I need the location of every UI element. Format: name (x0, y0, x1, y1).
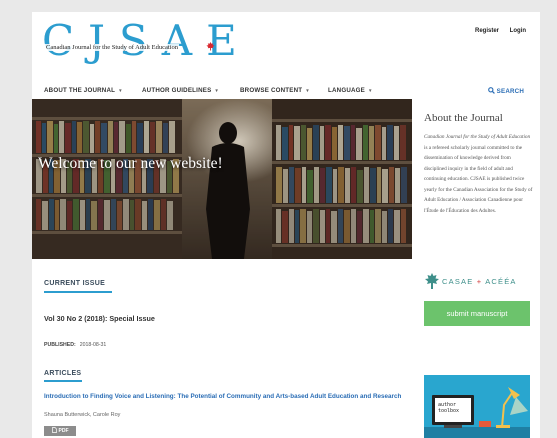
casae-logo[interactable]: CASAE + ACÉÉA (424, 272, 539, 290)
pdf-button[interactable]: PDF (44, 426, 76, 436)
nav-item-about[interactable]: ABOUT THE JOURNAL ▼ (44, 87, 123, 94)
nav-item-label: ABOUT THE JOURNAL (44, 87, 116, 94)
main-nav: ABOUT THE JOURNAL ▼ AUTHOR GUIDELINES ▼ BR… (44, 84, 530, 98)
current-issue-heading: CURRENT ISSUE (44, 280, 106, 287)
chevron-down-icon: ▼ (118, 88, 123, 93)
article-title-link[interactable]: Introduction to Finding Voice and Listen… (44, 393, 404, 401)
acea-name: ACÉÉA (485, 277, 517, 286)
published-date: 2018-08-31 (79, 342, 107, 348)
submit-manuscript-button[interactable]: submit manuscript (424, 301, 530, 326)
casae-name: CASAE (442, 277, 474, 286)
journal-logo[interactable]: CJSAE Canadian Journal for the Study of … (42, 20, 237, 74)
section-divider (44, 291, 112, 293)
casae-wordmark: CASAE + ACÉÉA (442, 277, 517, 286)
articles-heading: ARTICLES (44, 370, 82, 377)
author-toolbox-banner[interactable]: author toolbox (424, 375, 530, 438)
published-line: PUBLISHED: 2018-08-31 (44, 342, 106, 348)
maple-leaf-icon (425, 273, 439, 289)
login-link[interactable]: Login (510, 28, 526, 34)
pdf-label: PDF (58, 428, 69, 434)
journal-name: Canadian Journal for the Study of Adult … (424, 134, 531, 140)
nav-item-label: AUTHOR GUIDELINES (142, 87, 212, 94)
register-link[interactable]: Register (475, 28, 499, 34)
published-label: PUBLISHED: (44, 342, 76, 348)
file-icon (51, 427, 57, 433)
logo-letters: CJSAE (42, 16, 251, 65)
chevron-down-icon: ▼ (214, 88, 220, 93)
hero-title: Welcome to our new website! (38, 155, 223, 172)
maple-leaf-icon (206, 42, 215, 51)
search-label: SEARCH (496, 88, 524, 95)
chevron-down-icon: ▼ (305, 88, 310, 93)
promo-text: author toolbox (438, 402, 460, 414)
account-links: Register Login (466, 28, 526, 34)
chevron-down-icon: ▼ (368, 88, 373, 93)
nav-item-browse-content[interactable]: BROWSE CONTENT ▼ (240, 87, 310, 94)
issue-title[interactable]: Vol 30 No 2 (2018): Special Issue (44, 314, 155, 323)
about-journal-title: About the Journal (424, 112, 503, 124)
page-container: CJSAE Canadian Journal for the Study of … (32, 12, 540, 438)
nav-item-label: LANGUAGE (328, 87, 366, 94)
nav-item-author-guidelines[interactable]: AUTHOR GUIDELINES ▼ (142, 87, 219, 94)
section-divider (44, 380, 82, 382)
hero-banner: Welcome to our new website! (32, 99, 412, 259)
logo-subtitle: Canadian Journal for the Study of Adult … (45, 44, 179, 51)
about-description: is a refereed scholarly journal committe… (424, 144, 533, 214)
about-journal-text: Canadian Journal for the Study of Adult … (424, 132, 534, 216)
search-icon (487, 87, 495, 94)
nav-item-language[interactable]: LANGUAGE ▼ (328, 87, 373, 94)
nav-item-label: BROWSE CONTENT (240, 87, 303, 94)
search-link[interactable]: SEARCH (487, 87, 524, 95)
library-stacks-image (32, 99, 412, 259)
casae-plus: + (476, 277, 483, 286)
article-authors: Shauna Butterwick, Carole Roy (44, 412, 121, 418)
